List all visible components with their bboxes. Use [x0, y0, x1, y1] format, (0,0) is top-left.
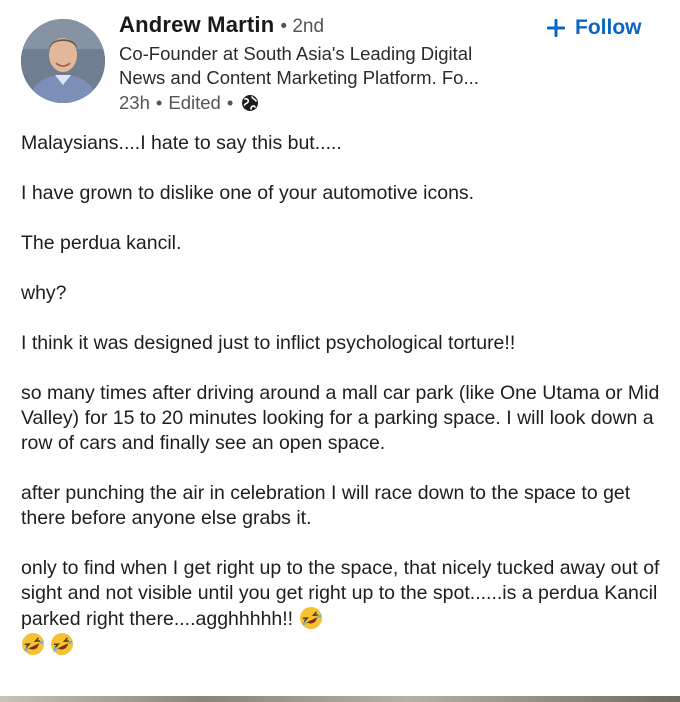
post-paragraph: Malaysians....I hate to say this but....… [21, 132, 342, 154]
post-paragraph: why? [21, 282, 67, 304]
connection-degree: • 2nd [280, 16, 325, 37]
author-block: Andrew Martin • 2nd Co-Founder at South … [119, 12, 539, 116]
post-body: Malaysians....I hate to say this but....… [21, 131, 666, 683]
post-paragraph: so many times after driving around a mal… [21, 382, 660, 454]
post-paragraph-text: only to find when I get right up to the … [21, 557, 660, 630]
meta-separator: • [226, 92, 234, 113]
laughing-emoji-icon [299, 606, 323, 630]
post-paragraph: after punching the air in celebration I … [21, 482, 631, 529]
plus-icon [547, 19, 565, 37]
post-paragraph: The perdua kancil. [21, 232, 182, 254]
laughing-emoji-icon [50, 632, 74, 656]
avatar[interactable] [21, 19, 105, 103]
edited-label: Edited [168, 92, 221, 113]
post-paragraph: I have grown to dislike one of your auto… [21, 182, 475, 204]
post-paragraph: I think it was designed just to inflict … [21, 332, 516, 354]
author-name[interactable]: Andrew Martin [119, 12, 274, 38]
post-time: 23h [119, 92, 150, 113]
post-meta: 23h • Edited • [119, 90, 539, 116]
bottom-image-edge [0, 696, 680, 702]
post-paragraph-last: only to find when I get right up to the … [21, 556, 666, 658]
laughing-emoji-icon [21, 632, 45, 656]
globe-icon [241, 94, 259, 112]
meta-separator: • [155, 92, 163, 113]
author-headline: Co-Founder at South Asia's Leading Digit… [119, 43, 479, 88]
follow-label: Follow [575, 16, 642, 39]
author-line: Andrew Martin • 2nd [119, 12, 539, 42]
follow-button[interactable]: Follow [545, 16, 642, 40]
post-header: Andrew Martin • 2nd Co-Founder at South … [0, 0, 680, 118]
